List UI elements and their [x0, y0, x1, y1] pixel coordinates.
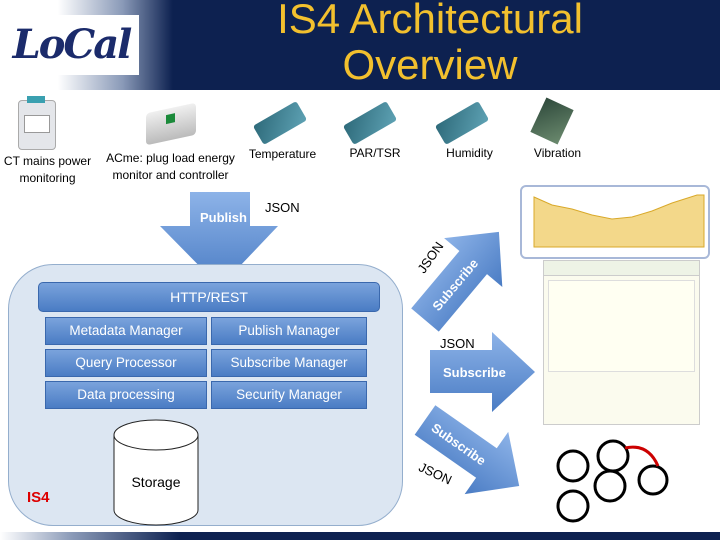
- security-manager: Security Manager: [211, 381, 367, 409]
- publish-json-label: JSON: [265, 200, 300, 215]
- storage-cylinder: [113, 419, 199, 526]
- time-series-chart-image: [520, 185, 710, 259]
- data-processing: Data processing: [45, 381, 207, 409]
- http-rest-bar: HTTP/REST: [38, 282, 380, 312]
- is4-label: IS4: [27, 489, 50, 506]
- storage-label: Storage: [131, 474, 181, 490]
- query-processor: Query Processor: [45, 349, 207, 377]
- footer-bar: [0, 532, 720, 540]
- state-graph-image: [556, 439, 669, 523]
- subscribe-label-middle: Subscribe: [443, 365, 506, 380]
- publish-manager: Publish Manager: [211, 317, 367, 345]
- publish-arrow-label: Publish: [200, 210, 247, 225]
- metadata-manager: Metadata Manager: [45, 317, 207, 345]
- subscribe-json-label-middle: JSON: [440, 336, 475, 351]
- subscribe-manager: Subscribe Manager: [211, 349, 367, 377]
- web-interface-screenshot: [543, 260, 700, 425]
